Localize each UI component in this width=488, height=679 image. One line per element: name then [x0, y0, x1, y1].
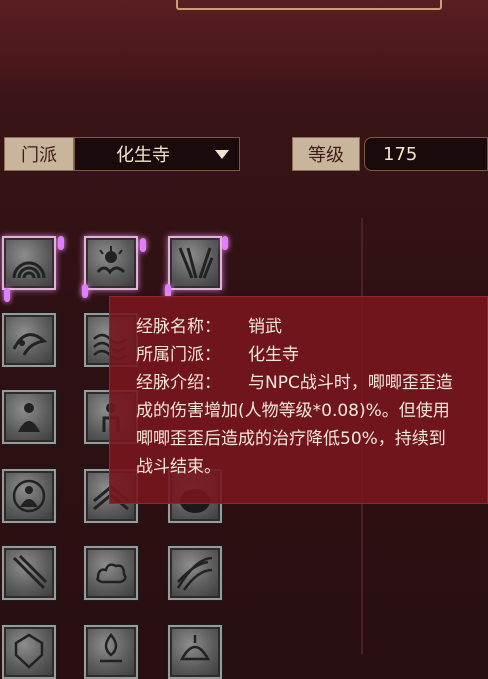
tooltip-desc-line3: 唧唧歪歪后造成的治疗降低50%，持续到	[136, 429, 446, 449]
sect-dropdown[interactable]: 化生寺	[74, 137, 240, 171]
split-lines-icon[interactable]	[168, 236, 222, 290]
tooltip-desc-key: 经脉介绍：	[136, 373, 221, 393]
meridian-tooltip: 经脉名称： 销武 所属门派： 化生寺 经脉介绍： 与NPC战斗时，唧唧歪歪造 成…	[109, 296, 488, 504]
level-input[interactable]: 175	[364, 137, 488, 171]
tooltip-desc-line2: 成的伤害增加(人物等级*0.08)%。但使用	[136, 401, 450, 421]
flame-crest-icon[interactable]	[84, 625, 138, 679]
level-label: 等级	[292, 137, 360, 171]
header-backdrop	[0, 0, 488, 100]
diagonal-staff-icon[interactable]	[2, 546, 56, 600]
tooltip-desc-line4: 战斗结束。	[136, 457, 221, 477]
glow-marker	[82, 284, 88, 298]
tooltip-name-value: 销武	[248, 317, 282, 337]
glow-marker	[222, 236, 228, 250]
glow-marker	[58, 236, 64, 250]
auspicious-cloud-icon[interactable]	[84, 546, 138, 600]
sweeping-wind-icon[interactable]	[168, 546, 222, 600]
seated-monk-icon[interactable]	[2, 390, 56, 444]
top-frame-edge	[176, 0, 442, 10]
caret-down-icon[interactable]	[215, 150, 229, 159]
tooltip-name-key: 经脉名称：	[136, 317, 221, 337]
level-value: 175	[383, 143, 418, 165]
meditating-buddha-icon[interactable]	[2, 469, 56, 523]
warrior-crest-icon[interactable]	[2, 625, 56, 679]
glow-marker	[4, 288, 10, 302]
sect-dropdown-value: 化生寺	[116, 145, 170, 166]
sect-label: 门派	[4, 137, 74, 171]
tooltip-sect-value: 化生寺	[248, 345, 299, 365]
tooltip-desc-line1: 与NPC战斗时，唧唧歪歪造	[248, 373, 453, 393]
glow-marker	[140, 238, 146, 252]
rainbow-arch-icon[interactable]	[2, 236, 56, 290]
cloud-sun-icon[interactable]	[84, 236, 138, 290]
helmet-crest-icon[interactable]	[168, 625, 222, 679]
leaf-swirl-icon[interactable]	[2, 313, 56, 367]
tooltip-sect-key: 所属门派：	[136, 345, 221, 365]
